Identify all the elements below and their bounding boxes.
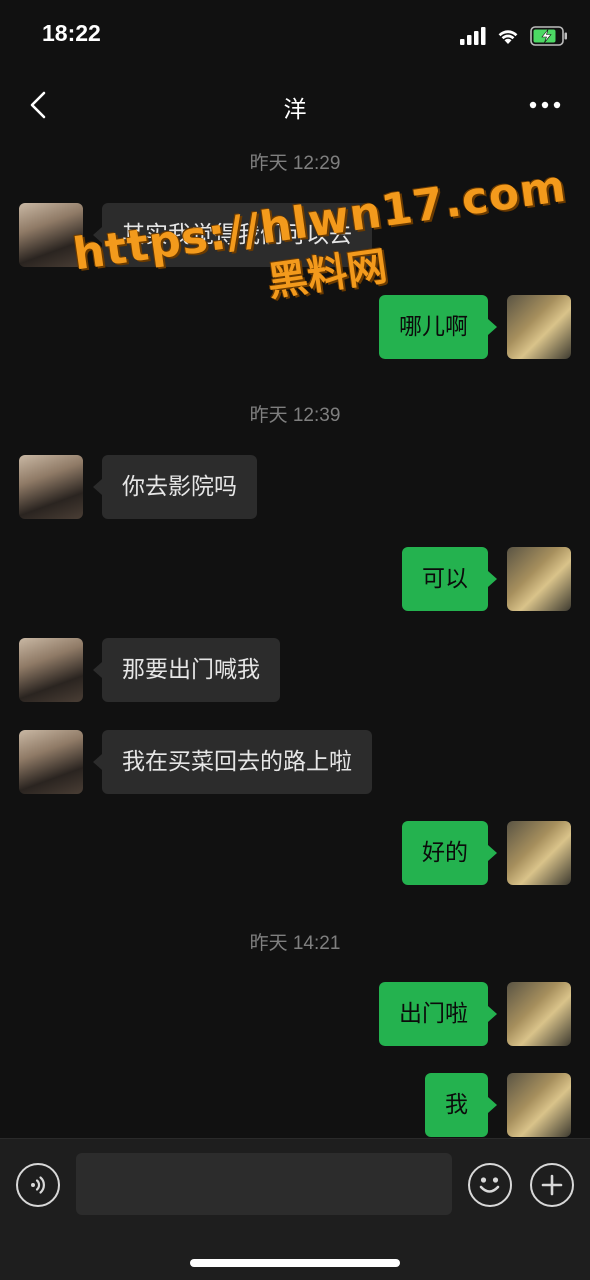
voice-button[interactable]: [16, 1163, 60, 1207]
input-bar: [0, 1138, 590, 1280]
message-bubble-sent[interactable]: 好的: [402, 821, 497, 885]
more-dots-icon: [529, 101, 561, 109]
contact-avatar[interactable]: [19, 730, 83, 794]
voice-icon: [31, 1176, 45, 1194]
message-bubble-sent[interactable]: 可以: [402, 547, 497, 611]
signal-icon: [460, 27, 486, 45]
status-time: 18:22: [42, 20, 101, 46]
more-button[interactable]: [520, 84, 570, 126]
message-list[interactable]: 昨天 12:29 其实我觉得我们可以去 哪儿啊 昨天 12:39 你去影院吗 可…: [0, 140, 590, 1138]
status-bar: 18:22: [0, 0, 590, 70]
message-input[interactable]: [76, 1153, 452, 1215]
contact-avatar[interactable]: [19, 638, 83, 702]
wifi-icon: [498, 30, 518, 44]
self-avatar[interactable]: [507, 295, 571, 359]
message-bubble-received[interactable]: 我在买菜回去的路上啦: [93, 730, 372, 794]
message-bubble-sent[interactable]: 哪儿啊: [379, 295, 497, 359]
timestamp: 昨天 12:29: [249, 153, 341, 174]
plus-icon: [541, 1174, 563, 1196]
self-avatar[interactable]: [507, 821, 571, 885]
self-avatar[interactable]: [507, 1073, 571, 1137]
emoji-icon: [479, 1177, 500, 1193]
message-bubble-sent[interactable]: 出门啦: [379, 982, 497, 1046]
self-avatar[interactable]: [507, 547, 571, 611]
status-icons: [460, 24, 568, 48]
contact-avatar[interactable]: [19, 455, 83, 519]
message-bubble-received[interactable]: 你去影院吗: [93, 455, 257, 519]
self-avatar[interactable]: [507, 982, 571, 1046]
message-bubble-received[interactable]: 其实我觉得我们可以去: [93, 203, 372, 267]
emoji-button[interactable]: [468, 1163, 512, 1207]
plus-button[interactable]: [530, 1163, 574, 1207]
timestamp: 昨天 12:39: [249, 405, 341, 426]
contact-name: 洋: [283, 97, 307, 123]
chat-header: 洋: [0, 70, 590, 140]
battery-charging-icon: [530, 26, 567, 46]
timestamp: 昨天 14:21: [249, 933, 341, 954]
home-indicator[interactable]: [190, 1259, 400, 1267]
message-bubble-received[interactable]: 那要出门喊我: [93, 638, 280, 702]
contact-avatar[interactable]: [19, 203, 83, 267]
message-bubble-sent[interactable]: 我: [425, 1073, 497, 1137]
